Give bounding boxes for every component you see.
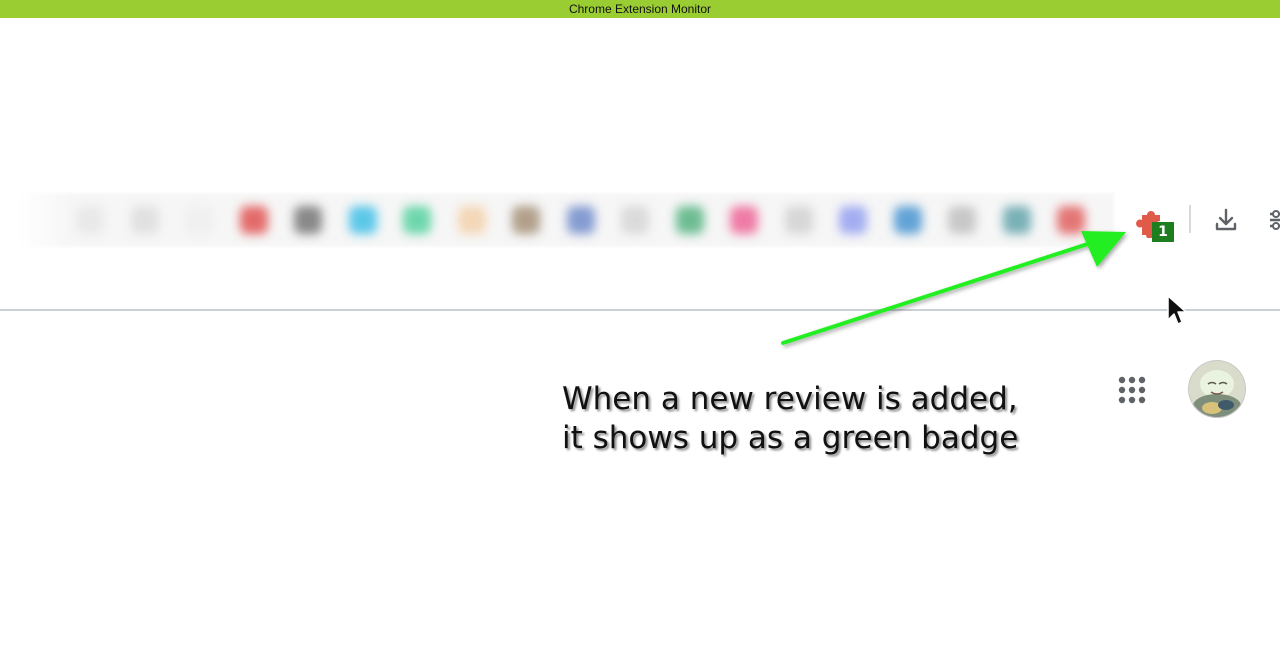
annotation-line-1: When a new review is added, bbox=[562, 381, 1018, 417]
blurred-extension-icon[interactable] bbox=[349, 206, 377, 234]
blurred-extension-icon[interactable] bbox=[131, 206, 159, 234]
blurred-extension-icon[interactable] bbox=[894, 206, 922, 234]
blurred-extension-icon[interactable] bbox=[1003, 206, 1031, 234]
apps-grid-icon bbox=[1118, 376, 1146, 404]
review-count-badge: 1 bbox=[1152, 222, 1174, 242]
avatar[interactable] bbox=[1188, 360, 1246, 418]
annotation-line-2: it shows up as a green badge bbox=[562, 420, 1019, 456]
mouse-cursor-icon bbox=[1166, 294, 1190, 330]
blurred-extension-icon[interactable] bbox=[240, 206, 268, 234]
toolbar-separator bbox=[1189, 205, 1191, 233]
blurred-extension-icon[interactable] bbox=[567, 206, 595, 234]
google-apps-button[interactable] bbox=[1116, 374, 1148, 406]
blurred-extension-icon[interactable] bbox=[512, 206, 540, 234]
profile-picture bbox=[1188, 360, 1246, 418]
annotation-caption: When a new review is added, it shows up … bbox=[562, 380, 1082, 458]
blurred-extension-icon[interactable] bbox=[458, 206, 486, 234]
blurred-extension-icon[interactable] bbox=[621, 206, 649, 234]
blurred-extension-icon[interactable] bbox=[785, 206, 813, 234]
extension-monitor-button[interactable]: 1 bbox=[1134, 204, 1176, 246]
blurred-extension-icon[interactable] bbox=[403, 206, 431, 234]
menu-icon bbox=[1270, 210, 1280, 230]
download-icon bbox=[1215, 208, 1237, 231]
blurred-extension-icon[interactable] bbox=[839, 206, 867, 234]
chrome-menu-button[interactable] bbox=[1268, 206, 1280, 234]
blurred-extension-icon[interactable] bbox=[185, 206, 213, 234]
blurred-extension-icon[interactable] bbox=[1057, 206, 1085, 234]
window-title: Chrome Extension Monitor bbox=[0, 0, 1280, 18]
blurred-extension-icon[interactable] bbox=[294, 206, 322, 234]
toolbar-bottom-border bbox=[0, 309, 1280, 311]
downloads-button[interactable] bbox=[1212, 206, 1240, 234]
blurred-extension-icon[interactable] bbox=[730, 206, 758, 234]
blurred-extension-icon[interactable] bbox=[676, 206, 704, 234]
blurred-extension-icon[interactable] bbox=[76, 206, 104, 234]
annotation-arrow bbox=[781, 231, 1126, 345]
blurred-extension-icon[interactable] bbox=[948, 206, 976, 234]
